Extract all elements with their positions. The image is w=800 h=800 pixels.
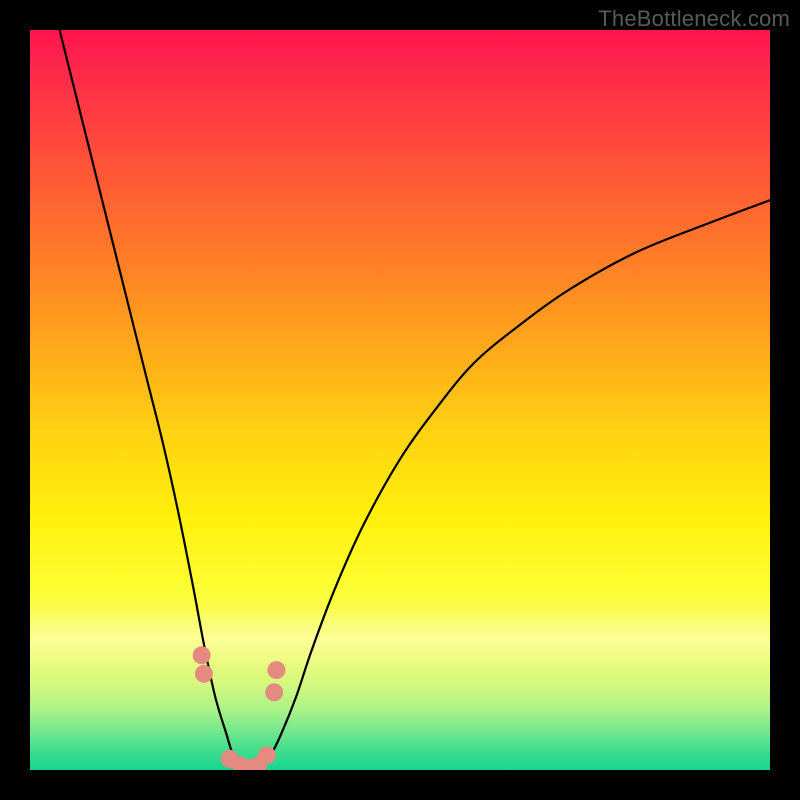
marker-dot xyxy=(265,683,283,701)
marker-dot xyxy=(267,661,285,679)
watermark-text: TheBottleneck.com xyxy=(598,6,790,32)
chart-svg xyxy=(30,30,770,770)
marker-dots-group xyxy=(193,646,286,770)
marker-dot xyxy=(195,665,213,683)
bottleneck-curve xyxy=(60,30,770,770)
chart-frame: TheBottleneck.com xyxy=(0,0,800,800)
plot-area xyxy=(30,30,770,770)
marker-dot xyxy=(258,746,276,764)
marker-dot xyxy=(193,646,211,664)
